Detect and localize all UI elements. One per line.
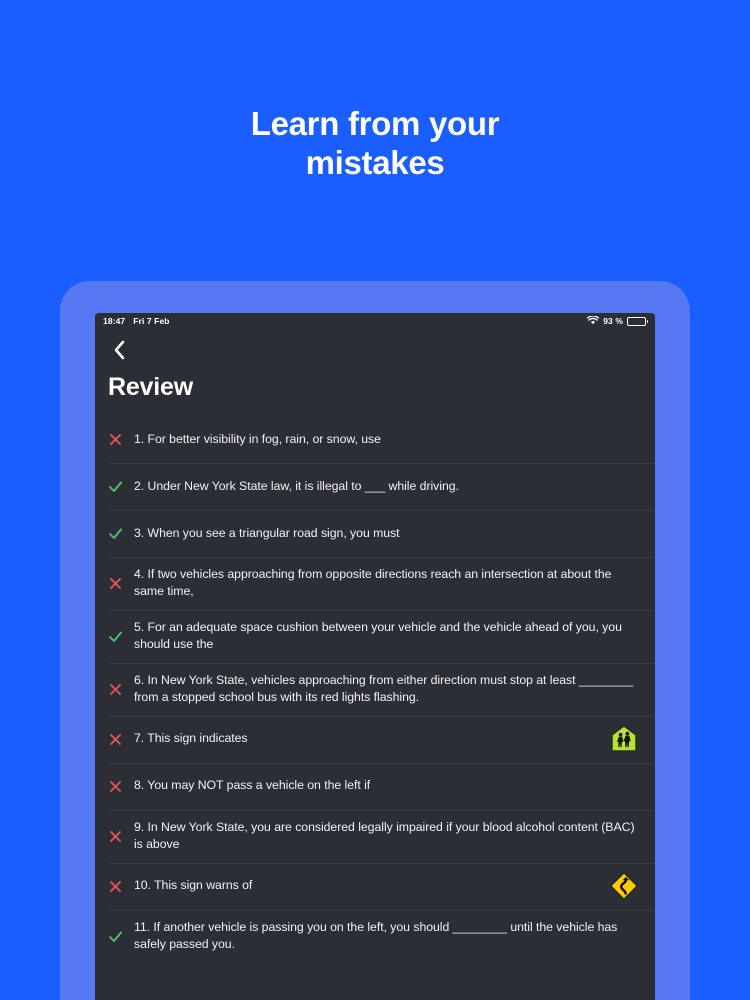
cross-icon xyxy=(108,829,134,844)
marketing-headline: Learn from your mistakes xyxy=(0,105,750,183)
cross-icon xyxy=(110,434,121,445)
review-question-text: 8. You may NOT pass a vehicle on the lef… xyxy=(134,778,371,793)
review-row[interactable]: 6. In New York State, vehicles approachi… xyxy=(95,662,655,716)
review-row[interactable]: 11. If another vehicle is passing you on… xyxy=(95,909,655,963)
status-bar-right: 93 % xyxy=(586,313,648,330)
review-row[interactable]: 1. For better visibility in fog, rain, o… xyxy=(95,416,655,463)
cross-icon xyxy=(110,830,121,842)
review-question-text: 5. For an adequate space cushion between… xyxy=(134,619,622,652)
nav-bar xyxy=(95,329,655,361)
check-icon xyxy=(108,526,134,541)
winding-road-sign xyxy=(607,869,641,903)
school-crossing-sign xyxy=(611,725,637,752)
review-question-text: 11. If another vehicle is passing you on… xyxy=(134,919,618,952)
status-date: Fri 7 Feb xyxy=(133,316,170,326)
cross-icon xyxy=(108,779,134,794)
review-row[interactable]: 2. Under New York State law, it is illeg… xyxy=(95,463,655,510)
review-question-text: 3. When you see a triangular road sign, … xyxy=(134,525,400,540)
cross-icon xyxy=(110,880,121,892)
review-question-text: 10. This sign warns of xyxy=(134,878,253,893)
review-question-text: 7. This sign indicates xyxy=(134,731,248,746)
review-row[interactable]: 5. For an adequate space cushion between… xyxy=(95,609,655,663)
review-row[interactable]: 10. This sign warns of xyxy=(95,862,655,910)
status-time: 18:47 xyxy=(103,316,126,326)
check-icon xyxy=(109,481,122,492)
wifi-icon xyxy=(586,313,600,330)
battery-icon xyxy=(627,316,648,326)
review-row[interactable]: 3. When you see a triangular road sign, … xyxy=(95,510,655,557)
winding-road-sign xyxy=(610,872,638,900)
review-question-text: 9. In New York State, you are considered… xyxy=(134,819,635,852)
check-icon xyxy=(108,929,134,944)
review-list: 1. For better visibility in fog, rain, o… xyxy=(95,416,655,963)
status-bar-left: 18:47 Fri 7 Feb xyxy=(103,316,170,326)
review-row[interactable]: 4. If two vehicles approaching from oppo… xyxy=(95,557,655,610)
cross-icon xyxy=(110,780,121,792)
check-icon xyxy=(108,479,134,494)
headline-line-1: Learn from your xyxy=(250,105,500,142)
cross-icon xyxy=(110,683,121,695)
check-icon xyxy=(109,631,122,642)
check-icon xyxy=(108,629,134,644)
review-question-text: 1. For better visibility in fog, rain, o… xyxy=(134,431,381,446)
chevron-left-icon xyxy=(114,340,124,360)
page-title: Review xyxy=(108,373,193,401)
battery-percent-label: 93 % xyxy=(603,316,623,326)
cross-icon xyxy=(110,578,121,589)
review-question-text: 2. Under New York State law, it is illeg… xyxy=(134,478,459,493)
review-row[interactable]: 8. You may NOT pass a vehicle on the lef… xyxy=(95,762,655,810)
cross-icon xyxy=(108,879,134,894)
review-row[interactable]: 7. This sign indicates xyxy=(95,715,655,763)
school-crossing-sign xyxy=(607,722,641,756)
review-question-text: 4. If two vehicles approaching from oppo… xyxy=(134,567,612,599)
check-icon xyxy=(109,931,122,942)
back-button[interactable] xyxy=(108,339,130,361)
headline-line-2: mistakes xyxy=(305,143,445,181)
review-row[interactable]: 9. In New York State, you are considered… xyxy=(95,809,655,863)
review-question-text: 6. In New York State, vehicles approachi… xyxy=(134,672,634,705)
status-bar: 18:47 Fri 7 Feb 93 % xyxy=(95,313,655,329)
cross-icon xyxy=(108,432,134,447)
cross-icon xyxy=(110,733,121,745)
cross-icon xyxy=(108,732,134,747)
check-icon xyxy=(109,528,122,539)
device-screen: 18:47 Fri 7 Feb 93 % Review 1. For bette… xyxy=(95,313,655,1000)
cross-icon xyxy=(108,682,134,697)
cross-icon xyxy=(108,576,134,591)
